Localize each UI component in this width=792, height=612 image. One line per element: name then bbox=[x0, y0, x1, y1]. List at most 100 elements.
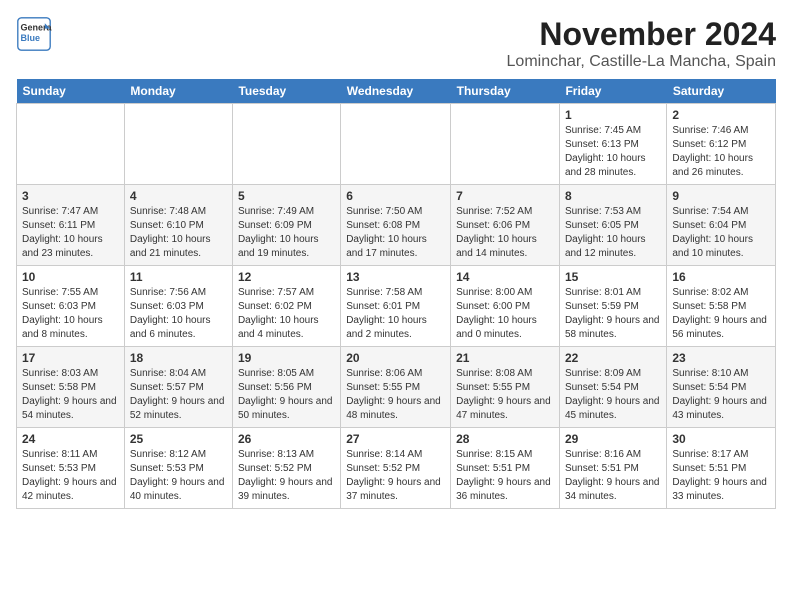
day-number: 18 bbox=[130, 351, 227, 365]
calendar-table: SundayMondayTuesdayWednesdayThursdayFrid… bbox=[16, 79, 776, 509]
calendar-day-cell: 30 Sunrise: 8:17 AM Sunset: 5:51 PM Dayli… bbox=[667, 428, 776, 509]
day-info: Sunrise: 8:12 AM Sunset: 5:53 PM Dayligh… bbox=[130, 448, 227, 504]
day-number: 30 bbox=[672, 432, 770, 446]
day-number: 29 bbox=[565, 432, 661, 446]
day-info: Sunrise: 7:48 AM Sunset: 6:10 PM Dayligh… bbox=[130, 205, 227, 261]
calendar-day-cell: 1Sunrise: 7:45 AM Sunset: 6:13 PM Daylig… bbox=[559, 104, 666, 185]
calendar-day-cell: 5Sunrise: 7:49 AM Sunset: 6:09 PM Daylig… bbox=[232, 185, 340, 266]
day-info: Sunrise: 7:53 AM Sunset: 6:05 PM Dayligh… bbox=[565, 205, 661, 261]
calendar-day-cell: 7 Sunrise: 7:52 AM Sunset: 6:06 PM Daylig… bbox=[451, 185, 560, 266]
day-number: 7 bbox=[456, 189, 554, 203]
day-info: Sunrise: 8:00 AM Sunset: 6:00 PM Dayligh… bbox=[456, 286, 554, 342]
day-number: 17 bbox=[22, 351, 119, 365]
calendar-day-cell: 29Sunrise: 8:16 AM Sunset: 5:51 PM Dayli… bbox=[559, 428, 666, 509]
weekday-header-row: SundayMondayTuesdayWednesdayThursdayFrid… bbox=[17, 79, 776, 104]
day-info: Sunrise: 8:10 AM Sunset: 5:54 PM Dayligh… bbox=[672, 367, 770, 423]
day-number: 26 bbox=[238, 432, 335, 446]
day-info: Sunrise: 8:13 AM Sunset: 5:52 PM Dayligh… bbox=[238, 448, 335, 504]
day-number: 6 bbox=[346, 189, 445, 203]
day-info: Sunrise: 7:50 AM Sunset: 6:08 PM Dayligh… bbox=[346, 205, 445, 261]
day-info: Sunrise: 8:03 AM Sunset: 5:58 PM Dayligh… bbox=[22, 367, 119, 423]
day-number: 21 bbox=[456, 351, 554, 365]
day-number: 12 bbox=[238, 270, 335, 284]
day-info: Sunrise: 7:46 AM Sunset: 6:12 PM Dayligh… bbox=[672, 124, 770, 180]
day-info: Sunrise: 8:14 AM Sunset: 5:52 PM Dayligh… bbox=[346, 448, 445, 504]
calendar-week-row: 1Sunrise: 7:45 AM Sunset: 6:13 PM Daylig… bbox=[17, 104, 776, 185]
day-number: 25 bbox=[130, 432, 227, 446]
calendar-day-cell: 4Sunrise: 7:48 AM Sunset: 6:10 PM Daylig… bbox=[124, 185, 232, 266]
day-number: 1 bbox=[565, 108, 661, 122]
day-number: 15 bbox=[565, 270, 661, 284]
calendar-day-cell: 26 Sunrise: 8:13 AM Sunset: 5:52 PM Dayli… bbox=[232, 428, 340, 509]
calendar-day-cell: 9Sunrise: 7:54 AM Sunset: 6:04 PM Daylig… bbox=[667, 185, 776, 266]
calendar-day-cell: 28 Sunrise: 8:15 AM Sunset: 5:51 PM Dayli… bbox=[451, 428, 560, 509]
weekday-header-cell: Tuesday bbox=[232, 79, 340, 104]
day-number: 16 bbox=[672, 270, 770, 284]
location-title: Lominchar, Castille-La Mancha, Spain bbox=[507, 53, 776, 71]
calendar-day-cell: 19Sunrise: 8:05 AM Sunset: 5:56 PM Dayli… bbox=[232, 347, 340, 428]
day-info: Sunrise: 7:47 AM Sunset: 6:11 PM Dayligh… bbox=[22, 205, 119, 261]
day-info: Sunrise: 7:57 AM Sunset: 6:02 PM Dayligh… bbox=[238, 286, 335, 342]
calendar-day-cell bbox=[341, 104, 451, 185]
day-info: Sunrise: 8:17 AM Sunset: 5:51 PM Dayligh… bbox=[672, 448, 770, 504]
calendar-day-cell: 27 Sunrise: 8:14 AM Sunset: 5:52 PM Dayli… bbox=[341, 428, 451, 509]
calendar-day-cell: 12 Sunrise: 7:57 AM Sunset: 6:02 PM Dayli… bbox=[232, 266, 340, 347]
calendar-day-cell: 18 Sunrise: 8:04 AM Sunset: 5:57 PM Dayli… bbox=[124, 347, 232, 428]
day-info: Sunrise: 8:01 AM Sunset: 5:59 PM Dayligh… bbox=[565, 286, 661, 342]
calendar-day-cell: 24 Sunrise: 8:11 AM Sunset: 5:53 PM Dayli… bbox=[17, 428, 125, 509]
day-number: 22 bbox=[565, 351, 661, 365]
calendar-day-cell bbox=[17, 104, 125, 185]
calendar-day-cell: 10Sunrise: 7:55 AM Sunset: 6:03 PM Dayli… bbox=[17, 266, 125, 347]
calendar-week-row: 17 Sunrise: 8:03 AM Sunset: 5:58 PM Dayli… bbox=[17, 347, 776, 428]
day-number: 14 bbox=[456, 270, 554, 284]
calendar-day-cell: 15 Sunrise: 8:01 AM Sunset: 5:59 PM Dayli… bbox=[559, 266, 666, 347]
calendar-body: 1Sunrise: 7:45 AM Sunset: 6:13 PM Daylig… bbox=[17, 104, 776, 509]
day-info: Sunrise: 7:58 AM Sunset: 6:01 PM Dayligh… bbox=[346, 286, 445, 342]
day-info: Sunrise: 8:11 AM Sunset: 5:53 PM Dayligh… bbox=[22, 448, 119, 504]
calendar-day-cell bbox=[124, 104, 232, 185]
logo: General Blue bbox=[16, 16, 52, 52]
header: General Blue November 2024 Lominchar, Ca… bbox=[16, 16, 776, 71]
day-info: Sunrise: 7:52 AM Sunset: 6:06 PM Dayligh… bbox=[456, 205, 554, 261]
day-info: Sunrise: 8:08 AM Sunset: 5:55 PM Dayligh… bbox=[456, 367, 554, 423]
logo-icon: General Blue bbox=[16, 16, 52, 52]
day-number: 10 bbox=[22, 270, 119, 284]
calendar-day-cell: 13Sunrise: 7:58 AM Sunset: 6:01 PM Dayli… bbox=[341, 266, 451, 347]
calendar-day-cell: 14 Sunrise: 8:00 AM Sunset: 6:00 PM Dayli… bbox=[451, 266, 560, 347]
weekday-header-cell: Sunday bbox=[17, 79, 125, 104]
weekday-header-cell: Monday bbox=[124, 79, 232, 104]
day-info: Sunrise: 8:09 AM Sunset: 5:54 PM Dayligh… bbox=[565, 367, 661, 423]
calendar-week-row: 3 Sunrise: 7:47 AM Sunset: 6:11 PM Daylig… bbox=[17, 185, 776, 266]
day-number: 3 bbox=[22, 189, 119, 203]
calendar-day-cell: 25 Sunrise: 8:12 AM Sunset: 5:53 PM Dayli… bbox=[124, 428, 232, 509]
weekday-header-cell: Saturday bbox=[667, 79, 776, 104]
calendar-day-cell bbox=[232, 104, 340, 185]
calendar-week-row: 10Sunrise: 7:55 AM Sunset: 6:03 PM Dayli… bbox=[17, 266, 776, 347]
day-number: 19 bbox=[238, 351, 335, 365]
day-number: 5 bbox=[238, 189, 335, 203]
calendar-day-cell: 16 Sunrise: 8:02 AM Sunset: 5:58 PM Dayli… bbox=[667, 266, 776, 347]
day-info: Sunrise: 8:04 AM Sunset: 5:57 PM Dayligh… bbox=[130, 367, 227, 423]
day-number: 27 bbox=[346, 432, 445, 446]
svg-text:Blue: Blue bbox=[21, 33, 41, 43]
day-info: Sunrise: 8:15 AM Sunset: 5:51 PM Dayligh… bbox=[456, 448, 554, 504]
calendar-day-cell: 2 Sunrise: 7:46 AM Sunset: 6:12 PM Daylig… bbox=[667, 104, 776, 185]
weekday-header-cell: Wednesday bbox=[341, 79, 451, 104]
weekday-header-cell: Friday bbox=[559, 79, 666, 104]
day-number: 11 bbox=[130, 270, 227, 284]
day-info: Sunrise: 8:02 AM Sunset: 5:58 PM Dayligh… bbox=[672, 286, 770, 342]
day-number: 23 bbox=[672, 351, 770, 365]
calendar-day-cell: 23 Sunrise: 8:10 AM Sunset: 5:54 PM Dayli… bbox=[667, 347, 776, 428]
day-info: Sunrise: 7:54 AM Sunset: 6:04 PM Dayligh… bbox=[672, 205, 770, 261]
weekday-header-cell: Thursday bbox=[451, 79, 560, 104]
calendar-day-cell: 20Sunrise: 8:06 AM Sunset: 5:55 PM Dayli… bbox=[341, 347, 451, 428]
calendar-day-cell: 21 Sunrise: 8:08 AM Sunset: 5:55 PM Dayli… bbox=[451, 347, 560, 428]
day-info: Sunrise: 8:06 AM Sunset: 5:55 PM Dayligh… bbox=[346, 367, 445, 423]
title-area: November 2024 Lominchar, Castille-La Man… bbox=[507, 16, 776, 71]
calendar-day-cell: 22 Sunrise: 8:09 AM Sunset: 5:54 PM Dayli… bbox=[559, 347, 666, 428]
calendar-week-row: 24 Sunrise: 8:11 AM Sunset: 5:53 PM Dayli… bbox=[17, 428, 776, 509]
day-number: 2 bbox=[672, 108, 770, 122]
day-number: 24 bbox=[22, 432, 119, 446]
calendar-day-cell: 6 Sunrise: 7:50 AM Sunset: 6:08 PM Daylig… bbox=[341, 185, 451, 266]
day-number: 28 bbox=[456, 432, 554, 446]
